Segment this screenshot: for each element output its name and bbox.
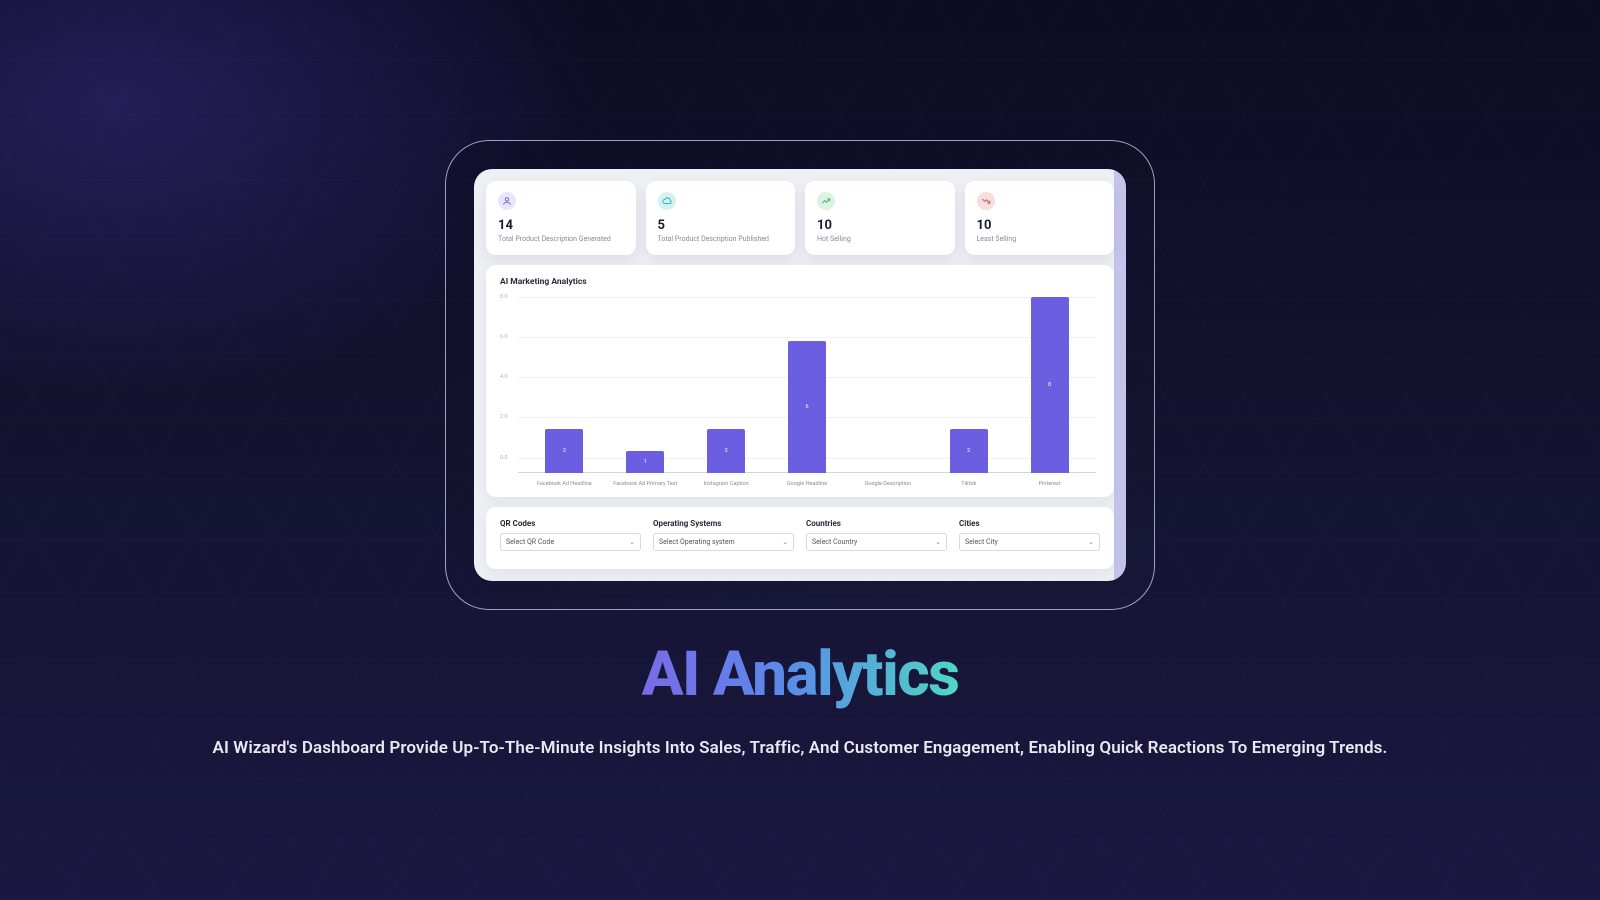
x-axis-label: Google Description [847, 481, 928, 487]
x-axis-labels: Facebook Ad HeadlineFacebook Ad Primary … [524, 481, 1090, 487]
chart-title: AI Marketing Analytics [500, 277, 1100, 287]
y-axis-tick: 8.0 [500, 294, 508, 300]
filter-label: QR Codes [500, 519, 641, 528]
y-axis-tick: 6.0 [500, 334, 508, 340]
hero-title: AI Analytics [642, 638, 959, 711]
bar-value-label: 1 [644, 459, 647, 465]
bar-cell: 2 [686, 297, 767, 473]
bar-cell: 2 [524, 297, 605, 473]
select-placeholder: Select City [965, 538, 998, 546]
stat-card-2: 10 Hot Selling [805, 181, 955, 255]
bar-cell: 1 [605, 297, 686, 473]
chart-bar: 1 [626, 451, 664, 473]
chevron-down-icon: ⌄ [935, 538, 941, 546]
x-axis-label: Facebook Ad Primary Text [605, 481, 686, 487]
stat-card-1: 5 Total Product Description Published [646, 181, 796, 255]
select-cities[interactable]: Select City ⌄ [959, 533, 1100, 551]
select-operating systems[interactable]: Select Operating system ⌄ [653, 533, 794, 551]
stat-card-0: 14 Total Product Description Generated [486, 181, 636, 255]
stat-label: Total Product Description Published [658, 235, 784, 243]
select-placeholder: Select Operating system [659, 538, 735, 546]
chevron-down-icon: ⌄ [782, 538, 788, 546]
dashboard-screen: 14 Total Product Description Generated 5 To… [474, 169, 1126, 581]
bar-cell: 8 [1009, 297, 1090, 473]
trend-down-icon [977, 192, 995, 210]
chart-plot-area: 0.0 2.0 4.0 6.0 8.0 2 1 2 6 2 8 Facebook Ad Headlin… [500, 293, 1100, 489]
stat-value: 10 [817, 218, 943, 233]
analytics-chart-card: AI Marketing Analytics 0.0 2.0 4.0 6.0 8.0 2 1… [486, 265, 1114, 497]
chart-bar: 8 [1031, 297, 1069, 473]
y-axis-tick: 0.0 [500, 455, 508, 461]
select-countries[interactable]: Select Country ⌄ [806, 533, 947, 551]
y-axis-tick: 2.0 [500, 414, 508, 420]
y-axis-tick: 4.0 [500, 374, 508, 380]
stat-card-3: 10 Least Selling [965, 181, 1115, 255]
chevron-down-icon: ⌄ [629, 538, 635, 546]
stat-label: Hot Selling [817, 235, 943, 243]
bar-cell: 6 [767, 297, 848, 473]
trend-up-icon [817, 192, 835, 210]
select-placeholder: Select QR Code [506, 538, 554, 546]
filter-column: Countries Select Country ⌄ [806, 519, 947, 551]
filter-column: Operating Systems Select Operating system… [653, 519, 794, 551]
x-axis-label: Tiktok [928, 481, 1009, 487]
x-axis-label: Instagram Caption [686, 481, 767, 487]
filter-label: Cities [959, 519, 1100, 528]
filter-column: Cities Select City ⌄ [959, 519, 1100, 551]
x-axis-label: Pinterest [1009, 481, 1090, 487]
chart-bar: 2 [950, 429, 988, 473]
chevron-down-icon: ⌄ [1088, 538, 1094, 546]
bar-value-label: 2 [725, 448, 728, 454]
user-icon [498, 192, 516, 210]
bar-cell: 2 [928, 297, 1009, 473]
stat-value: 5 [658, 218, 784, 233]
stat-label: Total Product Description Generated [498, 235, 624, 243]
stat-value: 10 [977, 218, 1103, 233]
bars-container: 2 1 2 6 2 8 [524, 297, 1090, 473]
chart-bar: 6 [788, 341, 826, 473]
filter-label: Operating Systems [653, 519, 794, 528]
stat-cards-row: 14 Total Product Description Generated 5 To… [486, 181, 1114, 255]
tablet-device-frame: 14 Total Product Description Generated 5 To… [445, 140, 1155, 610]
chart-bar: 2 [545, 429, 583, 473]
bar-value-label: 8 [1048, 382, 1051, 388]
stat-value: 14 [498, 218, 624, 233]
select-qr codes[interactable]: Select QR Code ⌄ [500, 533, 641, 551]
filter-column: QR Codes Select QR Code ⌄ [500, 519, 641, 551]
bar-value-label: 2 [563, 448, 566, 454]
cloud-icon [658, 192, 676, 210]
x-axis-label: Facebook Ad Headline [524, 481, 605, 487]
bar-value-label: 2 [967, 448, 970, 454]
chart-bar: 2 [707, 429, 745, 473]
stat-label: Least Selling [977, 235, 1103, 243]
bar-value-label: 6 [805, 404, 808, 410]
hero-subtitle: AI Wizard's Dashboard Provide Up-To-The-… [150, 738, 1450, 758]
select-placeholder: Select Country [812, 538, 857, 546]
filters-card: QR CodesSelect QR Code⌄Operating Systems… [486, 507, 1114, 569]
filter-label: Countries [806, 519, 947, 528]
bar-cell [847, 297, 928, 473]
x-axis-label: Google Headline [767, 481, 848, 487]
